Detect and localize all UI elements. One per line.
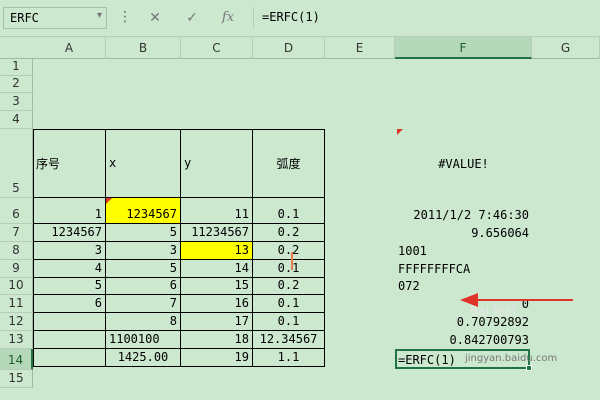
- cell-a12[interactable]: [33, 313, 106, 331]
- row-header-3[interactable]: 3: [0, 93, 33, 111]
- row-header-11[interactable]: 11: [0, 295, 33, 313]
- watermark-logo: Bai 经验: [470, 304, 517, 318]
- cell-a13[interactable]: [33, 331, 106, 349]
- cell-b7[interactable]: 5: [106, 224, 181, 242]
- cell-b13[interactable]: 1100100: [106, 331, 181, 349]
- name-box-value: ERFC: [10, 11, 39, 25]
- cell-d10[interactable]: 0.2: [253, 278, 325, 295]
- cell-f9[interactable]: FFFFFFFFCA: [395, 260, 532, 278]
- cell-d14[interactable]: 1.1: [253, 349, 325, 367]
- cell-b6[interactable]: 1234567: [106, 198, 181, 224]
- formula-text: =ERFC(1): [262, 10, 320, 24]
- row-header-7[interactable]: 7: [0, 224, 33, 242]
- cell-b10[interactable]: 6: [106, 278, 181, 295]
- cell-f13[interactable]: 0.842700793: [395, 331, 532, 349]
- cell-d11[interactable]: 0.1: [253, 295, 325, 313]
- cell-c9[interactable]: 14: [181, 260, 253, 278]
- cell-c10[interactable]: 15: [181, 278, 253, 295]
- row-header-4[interactable]: 4: [0, 111, 33, 129]
- comment-indicator-icon: [397, 129, 403, 135]
- cell-a7[interactable]: 1234567: [33, 224, 106, 242]
- cell-a9[interactable]: 4: [33, 260, 106, 278]
- cell-d12[interactable]: 0.1: [253, 313, 325, 331]
- cell-b11[interactable]: 7: [106, 295, 181, 313]
- formula-input[interactable]: =ERFC(1): [253, 7, 598, 29]
- cell-a11[interactable]: 6: [33, 295, 106, 313]
- row-header-6[interactable]: 6: [0, 198, 33, 224]
- cell-a5[interactable]: 序号: [33, 129, 106, 198]
- cell-c8[interactable]: 13: [181, 242, 253, 260]
- cell-a14[interactable]: [33, 349, 106, 367]
- cell-d9[interactable]: 0.1: [253, 260, 325, 278]
- cell-c13[interactable]: 18: [181, 331, 253, 349]
- cancel-icon[interactable]: ✕: [145, 9, 165, 27]
- cell-f8[interactable]: 1001: [395, 242, 532, 260]
- cell-b8[interactable]: 3: [106, 242, 181, 260]
- row-header-2[interactable]: 2: [0, 76, 33, 93]
- cell-b9[interactable]: 5: [106, 260, 181, 278]
- insert-function-icon[interactable]: fx: [218, 9, 238, 27]
- cell-c14[interactable]: 19: [181, 349, 253, 367]
- fill-handle[interactable]: [526, 365, 532, 371]
- cell-c11[interactable]: 16: [181, 295, 253, 313]
- row-header-1[interactable]: 1: [0, 59, 33, 76]
- row-header-14[interactable]: 14: [0, 349, 33, 370]
- cell-d8[interactable]: 0.2: [253, 242, 325, 260]
- column-header-f[interactable]: F: [395, 37, 532, 59]
- cell-d7[interactable]: 0.2: [253, 224, 325, 242]
- column-header-c[interactable]: C: [181, 37, 253, 59]
- column-header-d[interactable]: D: [253, 37, 325, 59]
- row-header-9[interactable]: 9: [0, 260, 33, 278]
- cell-b12[interactable]: 8: [106, 313, 181, 331]
- column-header-g[interactable]: G: [532, 37, 600, 59]
- cell-a6[interactable]: 1: [33, 198, 106, 224]
- cell-b5[interactable]: x: [106, 129, 181, 198]
- cell-c7[interactable]: 11234567: [181, 224, 253, 242]
- comment-indicator-icon: [106, 198, 112, 204]
- cell-c5[interactable]: y: [181, 129, 253, 198]
- cell-d13[interactable]: 12.34567: [253, 331, 325, 349]
- column-header-e[interactable]: E: [325, 37, 395, 59]
- cell-b14[interactable]: 1425.00: [106, 349, 181, 367]
- row-header-15[interactable]: 15: [0, 370, 33, 388]
- cell-a10[interactable]: 5: [33, 278, 106, 295]
- comment-marker: [291, 252, 293, 270]
- cell-f7[interactable]: 9.656064: [395, 224, 532, 242]
- confirm-icon[interactable]: ✓: [182, 9, 202, 27]
- watermark-text: jingyan.baidu.com: [465, 353, 558, 364]
- cell-c6[interactable]: 11: [181, 198, 253, 224]
- row-header-10[interactable]: 10: [0, 278, 33, 295]
- cell-f5[interactable]: #VALUE!: [395, 129, 532, 198]
- cell-f6[interactable]: 2011/1/2 7:46:30: [395, 198, 532, 224]
- row-header-5[interactable]: 5: [0, 129, 33, 198]
- chevron-down-icon[interactable]: ▾: [97, 10, 102, 21]
- row-header-13[interactable]: 13: [0, 331, 33, 349]
- cell-d6[interactable]: 0.1: [253, 198, 325, 224]
- column-header-a[interactable]: A: [33, 37, 106, 59]
- cell-c12[interactable]: 17: [181, 313, 253, 331]
- cell-a8[interactable]: 3: [33, 242, 106, 260]
- row-header-12[interactable]: 12: [0, 313, 33, 331]
- formula-bar: ERFC ▾ ⋮ ✕ ✓ fx =ERFC(1): [0, 0, 600, 37]
- cell-d5[interactable]: 弧度: [253, 129, 325, 198]
- more-options-icon[interactable]: ⋮: [118, 9, 132, 25]
- column-headers: A B C D E F G: [0, 37, 600, 59]
- worksheet-grid[interactable]: 序号 x y 弧度 #VALUE! 1 1234567 11 0.1 2011/…: [33, 59, 600, 400]
- row-header-8[interactable]: 8: [0, 242, 33, 260]
- name-box[interactable]: ERFC ▾: [3, 7, 107, 29]
- column-header-b[interactable]: B: [106, 37, 181, 59]
